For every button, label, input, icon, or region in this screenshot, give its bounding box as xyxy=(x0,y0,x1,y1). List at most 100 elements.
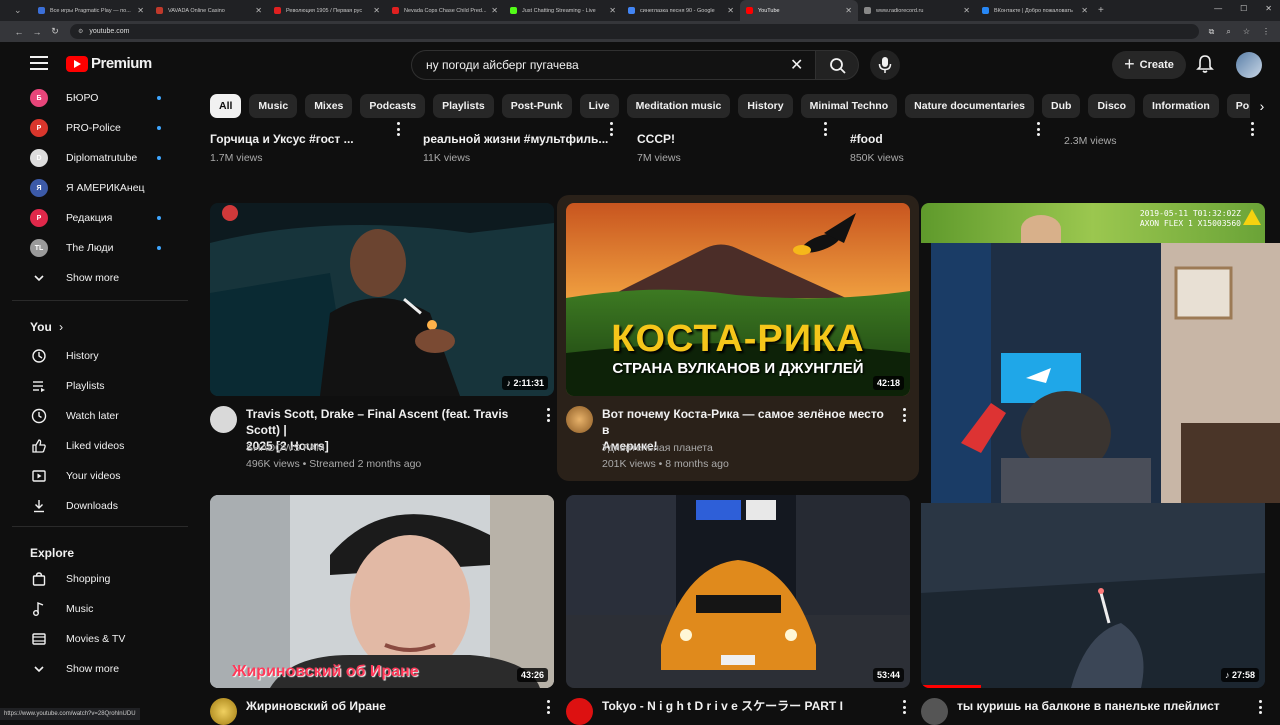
channel-avatar[interactable] xyxy=(210,698,237,725)
bookmark-star-icon[interactable]: ☆ xyxy=(1243,27,1250,37)
video-title[interactable]: Tokyo - N i g h t D r i v e スケーラー PART I xyxy=(602,698,892,714)
filter-chip[interactable]: Mixes xyxy=(305,94,353,118)
search-button[interactable] xyxy=(815,50,859,80)
channel-avatar[interactable] xyxy=(566,406,593,433)
account-avatar[interactable] xyxy=(1236,52,1262,78)
channel-avatar[interactable] xyxy=(210,406,237,433)
browser-tab[interactable]: Революция 1905 / Первая рус ✕ xyxy=(268,0,386,21)
clear-search-icon[interactable]: ✕ xyxy=(790,55,803,75)
browser-tab[interactable]: ВКонтакте | Добро пожаловать ✕ xyxy=(976,0,1094,21)
video-title[interactable]: ты куришь на балконе в панельке плейлист xyxy=(957,698,1247,714)
filter-chip[interactable]: Minimal Techno xyxy=(800,94,898,118)
filter-chip[interactable]: Nature documentaries xyxy=(905,94,1035,118)
more-actions-icon[interactable] xyxy=(546,700,550,714)
search-input[interactable]: ну погоди айсберг пугачева xyxy=(411,50,815,80)
video-thumbnail[interactable]: 53:44 xyxy=(566,495,910,688)
video-thumbnail[interactable]: Жириновский об Иране 43:26 xyxy=(210,495,554,688)
tab-close-icon[interactable]: ✕ xyxy=(727,6,734,15)
filter-chip[interactable]: Information xyxy=(1143,94,1219,118)
sidebar-item-your-videos[interactable]: Your videos xyxy=(12,461,188,491)
sidebar-show-more[interactable]: Show more xyxy=(12,263,188,293)
video-thumbnail[interactable]: ♪ 27:58 xyxy=(921,503,1265,688)
video-thumbnail-top[interactable]: 2019-05-11 T01:32:02Z AXON FLEX 1 X15003… xyxy=(921,203,1265,243)
tab-close-icon[interactable]: ✕ xyxy=(1081,6,1088,15)
browser-tab[interactable]: Just Chatting Streaming - Live ✕ xyxy=(504,0,622,21)
tab-close-icon[interactable]: ✕ xyxy=(845,6,852,15)
more-actions-icon[interactable] xyxy=(396,122,400,136)
partial-video-title[interactable]: Горчица и Уксус #гост ... xyxy=(210,132,354,146)
voice-search-button[interactable] xyxy=(870,50,900,80)
filter-chip[interactable]: Music xyxy=(249,94,298,118)
tab-close-icon[interactable]: ✕ xyxy=(963,6,970,15)
more-actions-icon[interactable] xyxy=(823,122,827,136)
filter-chip[interactable]: Live xyxy=(579,94,619,118)
sidebar-subscription[interactable]: Я Я АМЕРИКАнец xyxy=(12,173,188,203)
filter-chip[interactable]: Meditation music xyxy=(626,94,731,118)
filter-chip[interactable]: Podcasts xyxy=(360,94,426,118)
browser-tab[interactable]: YouTube ✕ xyxy=(740,0,858,21)
sidebar-item-watch-later[interactable]: Watch later xyxy=(12,401,188,431)
filter-chip[interactable]: History xyxy=(738,94,793,118)
sidebar-subscription[interactable]: TL The Люди xyxy=(12,233,188,263)
video-title[interactable]: Жириновский об Иране xyxy=(246,698,536,714)
filter-chip[interactable]: Dub xyxy=(1042,94,1081,118)
filter-chip[interactable]: Playlists xyxy=(433,94,494,118)
video-thumbnail[interactable]: КОСТА-РИКА СТРАНА ВУЛКАНОВ И ДЖУНГЛЕЙ 42… xyxy=(566,203,910,396)
channel-name[interactable]: SHADOWS FAM xyxy=(246,442,325,454)
channel-avatar[interactable] xyxy=(921,698,948,725)
partial-video-title[interactable]: #food xyxy=(850,132,883,146)
partial-video-title[interactable]: СССР! xyxy=(637,132,675,146)
more-actions-icon[interactable] xyxy=(902,408,906,422)
open-in-app-icon[interactable]: ⧉ xyxy=(1209,27,1215,37)
browser-tab[interactable]: Nevada Cops Chase Child Pred... ✕ xyxy=(386,0,504,21)
new-tab-button[interactable]: + xyxy=(1098,5,1104,16)
tab-close-icon[interactable]: ✕ xyxy=(609,6,616,15)
site-info-icon[interactable]: ⚙ xyxy=(78,28,83,35)
chips-next-arrow-icon[interactable]: › xyxy=(1250,94,1274,118)
tab-close-icon[interactable]: ✕ xyxy=(491,6,498,15)
more-actions-icon[interactable] xyxy=(1036,122,1040,136)
create-button[interactable]: + Create xyxy=(1112,51,1186,79)
sidebar-you-heading[interactable]: You › xyxy=(30,320,63,334)
more-actions-icon[interactable] xyxy=(1250,122,1254,136)
sidebar-item-downloads[interactable]: Downloads xyxy=(12,491,188,521)
sidebar-item-history[interactable]: History xyxy=(12,341,188,371)
sidebar-subscription[interactable]: Б БЮРО xyxy=(12,83,188,113)
browser-menu-icon[interactable]: ⋮ xyxy=(1262,27,1270,37)
sidebar-subscription[interactable]: P PRO-Police xyxy=(12,113,188,143)
more-actions-icon[interactable] xyxy=(609,122,613,136)
more-actions-icon[interactable] xyxy=(1258,700,1262,714)
zoom-icon[interactable]: ⌕ xyxy=(1226,27,1230,37)
guide-menu-icon[interactable] xyxy=(30,56,48,70)
filter-chip[interactable]: Post-Punk xyxy=(501,94,572,118)
close-window-icon[interactable]: ✕ xyxy=(1265,4,1272,13)
channel-name[interactable]: Удивительная планета xyxy=(602,442,713,454)
sidebar-item-music[interactable]: Music xyxy=(12,594,188,624)
reload-icon[interactable]: ↻ xyxy=(46,26,64,37)
browser-tab[interactable]: VAVADA Online Casino ✕ xyxy=(150,0,268,21)
browser-tab[interactable]: синеглазка песня 90 - Google ✕ xyxy=(622,0,740,21)
url-field[interactable]: ⚙ youtube.com xyxy=(70,24,1199,39)
sidebar-item-playlists[interactable]: Playlists xyxy=(12,371,188,401)
tab-close-icon[interactable]: ✕ xyxy=(373,6,380,15)
filter-chip[interactable]: All xyxy=(210,94,242,118)
sidebar-item-shopping[interactable]: Shopping xyxy=(12,564,188,594)
sidebar-show-more[interactable]: Show more xyxy=(12,654,188,684)
youtube-logo[interactable]: Premium xyxy=(66,55,152,72)
back-icon[interactable]: ← xyxy=(10,27,28,37)
maximize-icon[interactable]: ☐ xyxy=(1240,4,1247,13)
forward-icon[interactable]: → xyxy=(28,27,46,37)
more-actions-icon[interactable] xyxy=(902,700,906,714)
filter-chip[interactable]: Disco xyxy=(1088,94,1136,118)
more-actions-icon[interactable] xyxy=(546,408,550,422)
tab-close-icon[interactable]: ✕ xyxy=(137,6,144,15)
sidebar-item-liked-videos[interactable]: Liked videos xyxy=(12,431,188,461)
notifications-bell-icon[interactable] xyxy=(1196,54,1214,79)
sidebar-item-movies-tv[interactable]: Movies & TV xyxy=(12,624,188,654)
sidebar-subscription[interactable]: P Редакция xyxy=(12,203,188,233)
browser-tab[interactable]: Все игры Pragmatic Play — по... ✕ xyxy=(32,0,150,21)
channel-avatar[interactable] xyxy=(566,698,593,725)
browser-tab[interactable]: www.radiorecord.ru ✕ xyxy=(858,0,976,21)
sidebar-subscription[interactable]: D Diplomatrutube xyxy=(12,143,188,173)
video-thumbnail[interactable]: ♪ 2:11:31 xyxy=(210,203,554,396)
